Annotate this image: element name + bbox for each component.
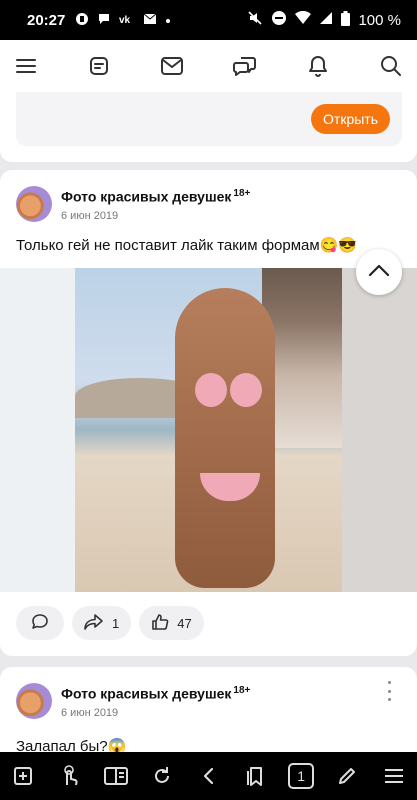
photo-detail	[230, 373, 262, 407]
top-navigation	[0, 40, 417, 92]
app-notification-icon	[75, 12, 89, 29]
age-badge: 18+	[233, 685, 251, 696]
dnd-icon	[271, 10, 287, 30]
group-name[interactable]: Фото красивых девушек 18+	[61, 685, 250, 702]
status-time: 20:27	[27, 11, 66, 29]
post-text: Залапал бы?😱	[16, 738, 127, 752]
chat-notification-icon	[97, 12, 111, 29]
feed: Открыть Фото красивых девушек 18+ 6 июн 2…	[0, 92, 417, 752]
photo-figure	[175, 288, 275, 588]
post-text: Только гей не поставит лайк таким формам…	[16, 237, 358, 254]
system-icons: 100 %	[247, 10, 401, 30]
like-count: 47	[177, 615, 192, 631]
mute-icon	[247, 10, 263, 30]
reader-mode-icon[interactable]	[103, 763, 129, 789]
group-name[interactable]: Фото красивых девушек 18+	[61, 188, 250, 205]
post-card: Фото красивых девушек 18+ 6 июн 2019 Толь…	[0, 170, 417, 656]
battery-icon	[341, 10, 351, 30]
tab-count-button[interactable]: 1	[288, 763, 315, 789]
comment-icon	[31, 613, 49, 634]
group-name-text[interactable]: Фото красивых девушек	[61, 686, 231, 702]
promo-card: Открыть	[0, 92, 417, 162]
group-name-text[interactable]: Фото красивых девушек	[61, 189, 231, 205]
browser-menu-icon[interactable]	[381, 763, 407, 789]
search-icon[interactable]	[379, 54, 403, 78]
comment-button[interactable]	[16, 606, 64, 640]
post-card: Фото красивых девушек 18+ 6 июн 2019 Зала…	[0, 667, 417, 752]
post-photo[interactable]	[75, 268, 342, 592]
post-date[interactable]: 6 июн 2019	[61, 210, 118, 222]
browser-toolbar: 1	[0, 752, 417, 800]
photo-detail	[195, 373, 227, 407]
notes-icon[interactable]	[87, 54, 111, 78]
status-bar: 20:27 vk 100 %	[0, 0, 417, 40]
age-badge: 18+	[233, 188, 251, 199]
mail-notification-icon	[143, 13, 157, 28]
dot-icon	[165, 13, 171, 27]
back-icon[interactable]	[195, 763, 221, 789]
chevron-up-icon	[368, 263, 390, 282]
vk-icon: vk	[119, 13, 135, 28]
promo-card-inner: Открыть	[16, 92, 402, 146]
battery-percent: 100 %	[358, 11, 401, 29]
thumbs-up-icon	[151, 613, 169, 634]
svg-text:vk: vk	[119, 15, 131, 25]
notification-icons: vk	[75, 12, 171, 29]
group-avatar[interactable]	[16, 186, 52, 222]
touch-icon[interactable]	[56, 763, 82, 789]
post-menu-icon[interactable]	[381, 681, 397, 701]
edit-icon[interactable]	[334, 763, 360, 789]
messages-icon[interactable]	[160, 54, 184, 78]
group-avatar[interactable]	[16, 683, 52, 719]
share-icon	[84, 613, 104, 634]
discussions-icon[interactable]	[233, 54, 257, 78]
bookmarks-icon[interactable]	[242, 763, 268, 789]
signal-icon	[319, 11, 333, 29]
post-photo-container[interactable]	[0, 268, 417, 592]
scroll-to-top-button[interactable]	[356, 249, 402, 295]
post-date[interactable]: 6 июн 2019	[61, 707, 118, 719]
like-button[interactable]: 47	[139, 606, 204, 640]
open-button[interactable]: Открыть	[311, 104, 390, 134]
reload-icon[interactable]	[149, 763, 175, 789]
bell-icon[interactable]	[306, 54, 330, 78]
menu-icon[interactable]	[14, 54, 38, 78]
wifi-icon	[295, 10, 312, 29]
share-button[interactable]: 1	[72, 606, 132, 640]
post-actions: 1 47	[16, 606, 204, 640]
share-count: 1	[112, 615, 120, 631]
new-tab-icon[interactable]	[10, 763, 36, 789]
